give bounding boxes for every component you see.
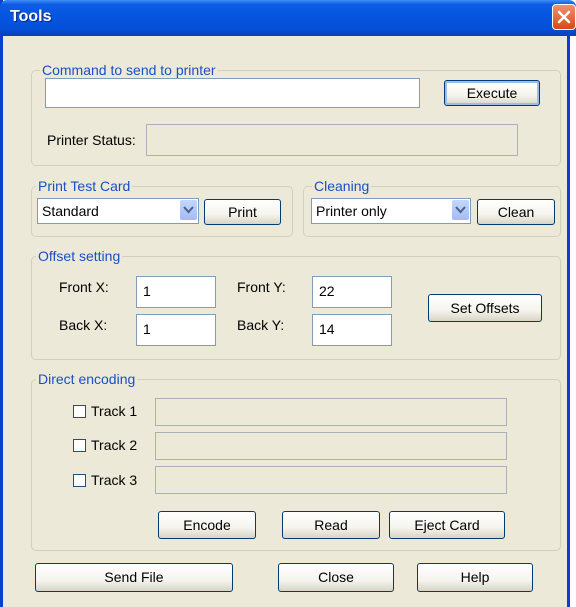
read-button[interactable]: Read <box>282 511 380 539</box>
encode-button[interactable]: Encode <box>158 511 256 539</box>
track-3-field <box>155 466 507 494</box>
track-1-label[interactable]: Track 1 <box>91 403 137 419</box>
track-2-checkbox[interactable] <box>73 439 86 452</box>
track-2-field <box>155 432 507 460</box>
track-1-field <box>155 398 507 426</box>
eject-card-button[interactable]: Eject Card <box>389 511 505 539</box>
command-input[interactable] <box>45 78 420 108</box>
track-2-label[interactable]: Track 2 <box>91 437 137 453</box>
close-window-button[interactable] <box>552 4 576 30</box>
test-card-selected: Standard <box>42 203 99 219</box>
title-bar[interactable]: Tools <box>0 0 576 36</box>
direct-encoding-legend: Direct encoding <box>36 371 138 387</box>
close-button[interactable]: Close <box>278 563 394 592</box>
chevron-down-icon[interactable] <box>452 200 469 220</box>
clean-button[interactable]: Clean <box>477 199 555 225</box>
track-3-checkbox[interactable] <box>73 474 86 487</box>
test-card-select[interactable]: Standard <box>37 198 199 224</box>
execute-button[interactable]: Execute <box>444 80 540 106</box>
front-x-input[interactable]: 1 <box>136 276 216 308</box>
cleaning-select[interactable]: Printer only <box>311 198 471 224</box>
chevron-down-icon[interactable] <box>180 200 197 220</box>
help-button[interactable]: Help <box>417 563 533 592</box>
print-button[interactable]: Print <box>204 199 281 225</box>
offset-setting-legend: Offset setting <box>36 248 123 264</box>
back-x-input[interactable]: 1 <box>136 314 216 346</box>
back-y-input[interactable]: 14 <box>312 314 392 346</box>
back-x-label: Back X: <box>59 317 108 333</box>
print-test-card-legend: Print Test Card <box>36 178 133 194</box>
cleaning-selected: Printer only <box>316 203 387 219</box>
tools-dialog: Tools Command to send to printer Execute… <box>0 0 576 607</box>
track-3-label[interactable]: Track 3 <box>91 472 137 488</box>
window-title: Tools <box>10 8 52 25</box>
front-y-input[interactable]: 22 <box>312 276 392 308</box>
cleaning-legend: Cleaning <box>312 178 372 194</box>
back-y-label: Back Y: <box>237 317 285 333</box>
front-y-label: Front Y: <box>237 279 286 295</box>
track-1-checkbox[interactable] <box>73 405 86 418</box>
front-x-label: Front X: <box>59 279 109 295</box>
printer-status-field <box>146 124 518 156</box>
set-offsets-button[interactable]: Set Offsets <box>428 294 542 322</box>
printer-status-label: Printer Status: <box>47 132 136 148</box>
send-file-button[interactable]: Send File <box>35 563 233 592</box>
command-legend: Command to send to printer <box>40 62 218 78</box>
